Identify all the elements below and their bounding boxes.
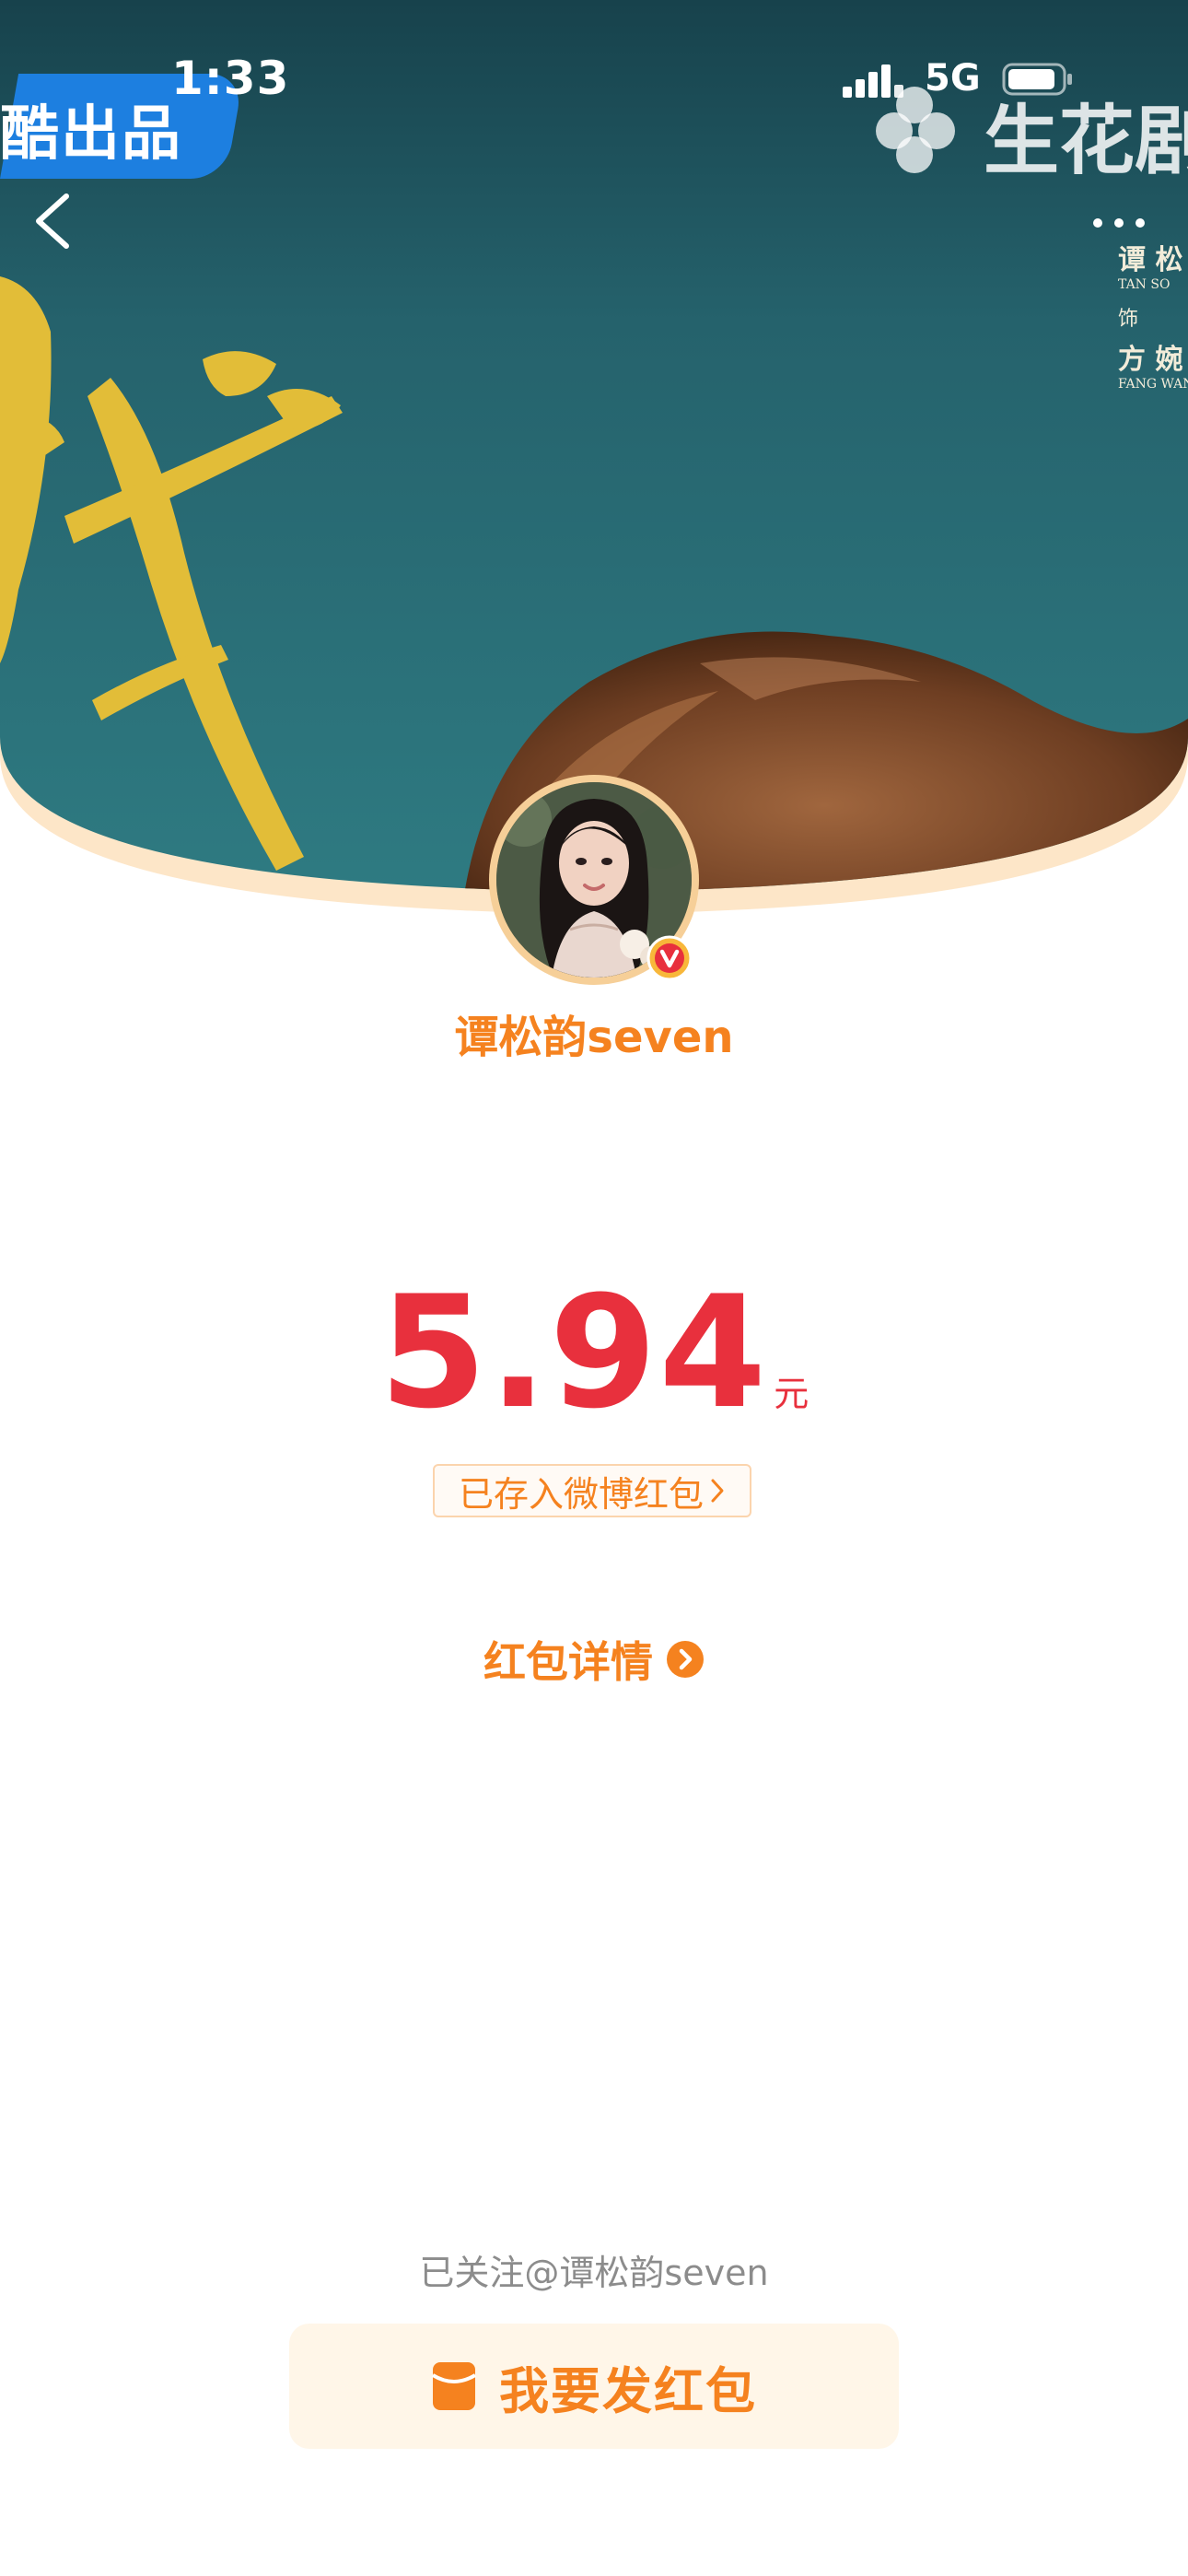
send-red-packet-label: 我要发红包: [499, 2361, 757, 2420]
chevron-right-icon: [711, 1479, 724, 1503]
sender-username[interactable]: 谭松韵seven: [0, 1001, 1188, 1065]
saved-to-wallet-label: 已存入微博红包: [458, 1473, 704, 1515]
brand-badge-text: 酷出品: [0, 100, 182, 169]
send-red-packet-button[interactable]: 我要发红包: [289, 2324, 899, 2449]
battery-icon: [1002, 63, 1072, 96]
follow-status: 已关注@谭松韵seven: [419, 2253, 769, 2293]
network-type: 5G: [925, 57, 981, 100]
role-name-cn: 方 婉: [1118, 344, 1183, 376]
saved-to-wallet-link[interactable]: 已存入微博红包: [433, 1464, 751, 1517]
signal-strength-icon: [843, 64, 903, 98]
actor-name-cn: 谭 松: [1118, 244, 1183, 276]
cast-credit: 谭 松 TAN SO 饰 方 婉 FANG WAN: [1118, 244, 1188, 392]
status-time: 1:33: [171, 52, 290, 105]
details-label: 红包详情: [483, 1637, 653, 1687]
role-prefix: 饰: [1118, 308, 1139, 331]
red-packet-icon: [431, 2362, 477, 2410]
role-name-en: FANG WAN: [1118, 377, 1188, 392]
amount-display: 5.94 元: [0, 1262, 1188, 1443]
chevron-left-icon[interactable]: [26, 189, 81, 253]
currency-unit: 元: [774, 1374, 809, 1414]
verified-v-icon: [646, 935, 693, 981]
arrow-right-circle-icon: [667, 1641, 704, 1678]
amount-value: 5.94: [379, 1262, 769, 1443]
more-dots-icon[interactable]: [1087, 205, 1151, 241]
actor-name-en: TAN SO: [1118, 277, 1171, 292]
red-packet-details-link[interactable]: 红包详情: [0, 1629, 1188, 1690]
